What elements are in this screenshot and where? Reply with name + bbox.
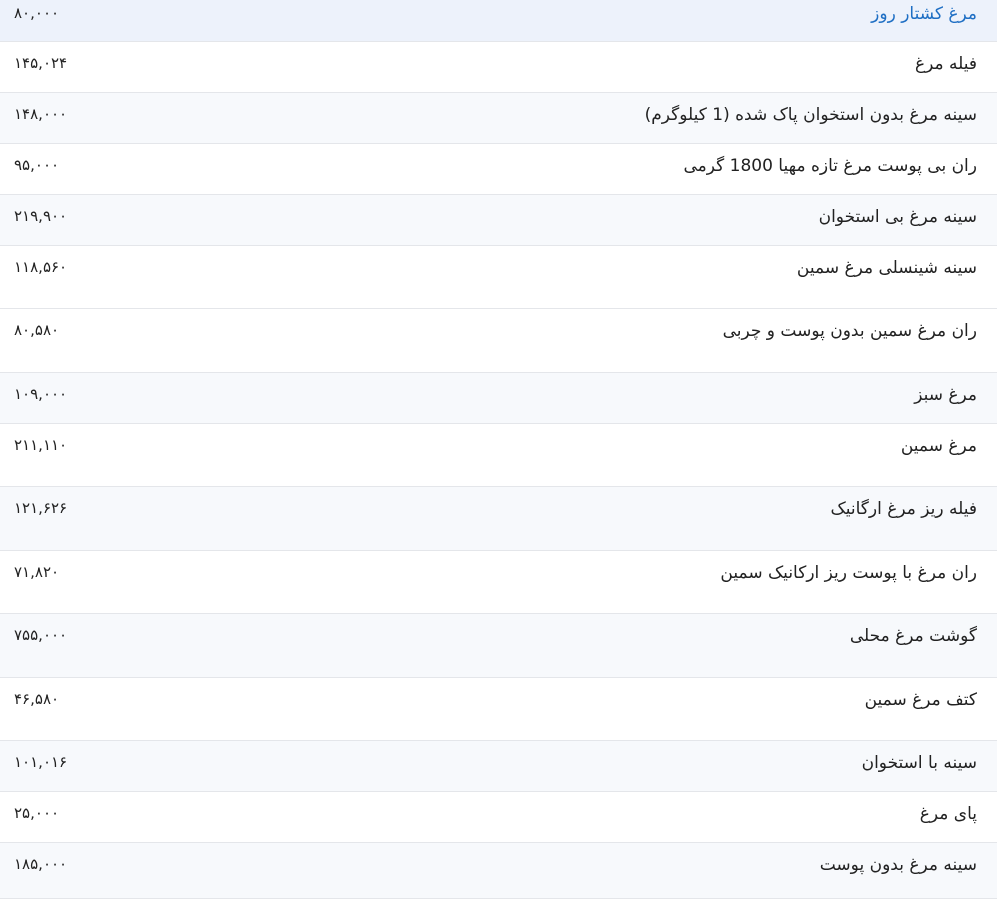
price-cell: ۲۱۹,۹۰۰: [14, 206, 68, 225]
table-row: ۱۲۱,۶۲۶ فیله ریز مرغ ارگانیک: [0, 486, 997, 550]
table-row: ۷۵۵,۰۰۰ گوشت مرغ محلی: [0, 613, 997, 677]
table-row: ۱۴۵,۰۲۴ فیله مرغ: [0, 41, 997, 92]
product-name-cell: سینه مرغ بدون استخوان پاک شده (1 کیلوگرم…: [644, 104, 977, 125]
product-name-cell: ران مرغ سمین بدون پوست و چربی: [722, 320, 977, 341]
table-row: ۲۵,۰۰۰ پای مرغ: [0, 791, 997, 842]
price-cell: ۴۶,۵۸۰: [14, 689, 60, 708]
product-name-cell: سینه با استخوان: [861, 752, 977, 773]
price-cell: ۷۵۵,۰۰۰: [14, 625, 68, 644]
product-name-cell: کتف مرغ سمین: [864, 689, 977, 710]
table-row: ۱۸۵,۰۰۰ سینه مرغ بدون پوست: [0, 842, 997, 898]
product-name-cell: مرغ سمین: [900, 435, 977, 456]
product-name-cell: فیله ریز مرغ ارگانیک: [830, 498, 977, 519]
price-cell: ۹۵,۰۰۰: [14, 155, 60, 174]
table-row: ۷۱,۸۲۰ ران مرغ با پوست ریز ارکانیک سمین: [0, 550, 997, 613]
table-row: ۱۰۹,۰۰۰ مرغ سبز: [0, 372, 997, 423]
table-row: ۴۶,۵۸۰ کتف مرغ سمین: [0, 677, 997, 740]
price-cell: ۷۱,۸۲۰: [14, 562, 60, 581]
table-row: ۲۱۱,۱۱۰ مرغ سمین: [0, 423, 997, 486]
price-cell: ۲۵,۰۰۰: [14, 803, 60, 822]
price-cell: ۱۰۱,۰۱۶: [14, 752, 68, 771]
price-cell: ۸۰,۵۸۰: [14, 320, 60, 339]
price-table: ۸۰,۰۰۰ مرغ کشتار روز ۱۴۵,۰۲۴ فیله مرغ ۱۴…: [0, 0, 997, 899]
product-name-cell[interactable]: مرغ کشتار روز: [214, 0, 997, 41]
table-row: ۱۱۸,۵۶۰ سینه شینسلی مرغ سمین: [0, 245, 997, 308]
product-name-cell: سینه مرغ بدون پوست: [819, 854, 977, 875]
price-cell: ۱۸۵,۰۰۰: [14, 854, 68, 873]
product-name-link[interactable]: مرغ کشتار روز: [871, 4, 977, 24]
price-table-body: ۸۰,۰۰۰ مرغ کشتار روز ۱۴۵,۰۲۴ فیله مرغ ۱۴…: [0, 0, 997, 898]
table-row: ۲۱۹,۹۰۰ سینه مرغ بی استخوان: [0, 194, 997, 245]
product-name-cell: گوشت مرغ محلی: [849, 625, 977, 646]
table-row: ۸۰,۰۰۰ مرغ کشتار روز: [0, 0, 997, 41]
product-name-cell: سینه مرغ بی استخوان: [818, 206, 977, 227]
price-cell: ۱۱۸,۵۶۰: [14, 257, 68, 276]
product-name-cell: ران بی پوست مرغ تازه مهیا 1800 گرمی: [683, 155, 977, 176]
table-row: ۱۰۱,۰۱۶ سینه با استخوان: [0, 740, 997, 791]
price-cell: ۱۴۵,۰۲۴: [14, 53, 68, 72]
price-cell: ۲۱۱,۱۱۰: [14, 435, 68, 454]
price-cell: ۱۴۸,۰۰۰: [14, 104, 68, 123]
table-row: ۹۵,۰۰۰ ران بی پوست مرغ تازه مهیا 1800 گر…: [0, 143, 997, 194]
table-row: ۱۴۸,۰۰۰ سینه مرغ بدون استخوان پاک شده (1…: [0, 92, 997, 143]
product-name-cell: مرغ سبز: [914, 384, 977, 405]
product-name-cell: فیله مرغ: [914, 53, 977, 74]
price-cell: ۸۰,۰۰۰: [14, 4, 60, 22]
price-cell: ۱۰۹,۰۰۰: [14, 384, 68, 403]
product-name-cell: سینه شینسلی مرغ سمین: [796, 257, 977, 278]
product-name-cell: پای مرغ: [919, 803, 977, 824]
price-cell: ۱۲۱,۶۲۶: [14, 498, 68, 517]
table-row: ۸۰,۵۸۰ ران مرغ سمین بدون پوست و چربی: [0, 308, 997, 372]
product-name-cell: ران مرغ با پوست ریز ارکانیک سمین: [720, 562, 977, 583]
